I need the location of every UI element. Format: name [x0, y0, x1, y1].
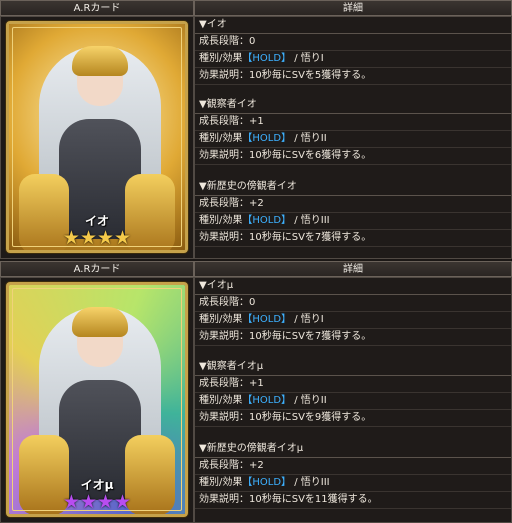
type-suffix: / 悟りI [291, 314, 324, 325]
detail-cell: ▼イオμ 成長段階：0 種別/効果【HOLD】 / 悟りI 効果説明：10秒毎に… [194, 277, 512, 523]
type-prefix: 種別/効果 [199, 215, 243, 226]
card-art[interactable]: イオ ★★★★ [6, 21, 188, 253]
card-cell: イオ ★★★★ [0, 16, 194, 259]
detail-effect: 効果説明：10秒毎にSVを5獲得する。 [195, 68, 511, 85]
type-prefix: 種別/効果 [199, 314, 243, 325]
type-prefix: 種別/効果 [199, 477, 243, 488]
type-suffix: / 悟りII [291, 395, 327, 406]
hold-tag: 【HOLD】 [242, 53, 292, 64]
rarity-stars: ★★★★ [62, 491, 132, 513]
detail-title: ▼観察者イオμ [195, 359, 511, 376]
type-prefix: 種別/効果 [199, 133, 243, 144]
left-header: A.Rカード [0, 0, 194, 16]
detail-type: 種別/効果【HOLD】 / 悟りII [195, 393, 511, 410]
detail-title: ▼新歴史の傍観者イオμ [195, 441, 511, 458]
detail-growth: 成長段階：0 [195, 295, 511, 312]
type-prefix: 種別/効果 [199, 395, 243, 406]
detail-title: ▼イオμ [195, 278, 511, 295]
detail-type: 種別/効果【HOLD】 / 悟りII [195, 131, 511, 148]
detail-effect: 効果説明：10秒毎にSVを11獲得する。 [195, 492, 511, 509]
detail-block: ▼イオμ 成長段階：0 種別/効果【HOLD】 / 悟りI 効果説明：10秒毎に… [195, 278, 511, 346]
right-header: 詳細 [194, 261, 512, 277]
hold-tag: 【HOLD】 [242, 314, 292, 325]
character-mask [72, 46, 128, 76]
detail-growth: 成長段階：+2 [195, 196, 511, 213]
detail-type: 種別/効果【HOLD】 / 悟りI [195, 312, 511, 329]
detail-title: ▼イオ [195, 17, 511, 34]
detail-type: 種別/効果【HOLD】 / 悟りI [195, 51, 511, 68]
detail-title: ▼観察者イオ [195, 97, 511, 114]
left-header: A.Rカード [0, 261, 194, 277]
detail-block: ▼イオ 成長段階：0 種別/効果【HOLD】 / 悟りI 効果説明：10秒毎にS… [195, 17, 511, 85]
detail-growth: 成長段階：0 [195, 34, 511, 51]
detail-block: ▼観察者イオ 成長段階：+1 種別/効果【HOLD】 / 悟りII 効果説明：1… [195, 97, 511, 165]
detail-growth: 成長段階：+1 [195, 376, 511, 393]
detail-block: ▼新歴史の傍観者イオμ 成長段階：+2 種別/効果【HOLD】 / 悟りIII … [195, 441, 511, 509]
type-suffix: / 悟りIII [291, 215, 330, 226]
type-suffix: / 悟りII [291, 133, 327, 144]
detail-cell: ▼イオ 成長段階：0 種別/効果【HOLD】 / 悟りI 効果説明：10秒毎にS… [194, 16, 512, 259]
detail-effect: 効果説明：10秒毎にSVを7獲得する。 [195, 230, 511, 247]
rarity-stars: ★★★★ [62, 227, 132, 249]
detail-growth: 成長段階：+2 [195, 458, 511, 475]
character-mask [72, 307, 128, 337]
detail-title: ▼新歴史の傍観者イオ [195, 179, 511, 196]
detail-block: ▼新歴史の傍観者イオ 成長段階：+2 種別/効果【HOLD】 / 悟りIII 効… [195, 179, 511, 247]
detail-growth: 成長段階：+1 [195, 114, 511, 131]
card-cell: イオμ ★★★★ [0, 277, 194, 523]
hold-tag: 【HOLD】 [242, 477, 292, 488]
card-art[interactable]: イオμ ★★★★ [6, 282, 188, 517]
detail-type: 種別/効果【HOLD】 / 悟りIII [195, 475, 511, 492]
detail-block: ▼観察者イオμ 成長段階：+1 種別/効果【HOLD】 / 悟りII 効果説明：… [195, 359, 511, 427]
right-header: 詳細 [194, 0, 512, 16]
type-suffix: / 悟りIII [291, 477, 330, 488]
hold-tag: 【HOLD】 [242, 395, 292, 406]
card-detail-table: A.Rカード 詳細 イオ ★★★★ ▼イオ 成長段階：0 種別/効果【HOLD】… [0, 0, 512, 523]
detail-type: 種別/効果【HOLD】 / 悟りIII [195, 213, 511, 230]
hold-tag: 【HOLD】 [242, 133, 292, 144]
detail-effect: 効果説明：10秒毎にSVを9獲得する。 [195, 410, 511, 427]
type-suffix: / 悟りI [291, 53, 324, 64]
detail-effect: 効果説明：10秒毎にSVを6獲得する。 [195, 148, 511, 165]
hold-tag: 【HOLD】 [242, 215, 292, 226]
detail-effect: 効果説明：10秒毎にSVを7獲得する。 [195, 329, 511, 346]
type-prefix: 種別/効果 [199, 53, 243, 64]
